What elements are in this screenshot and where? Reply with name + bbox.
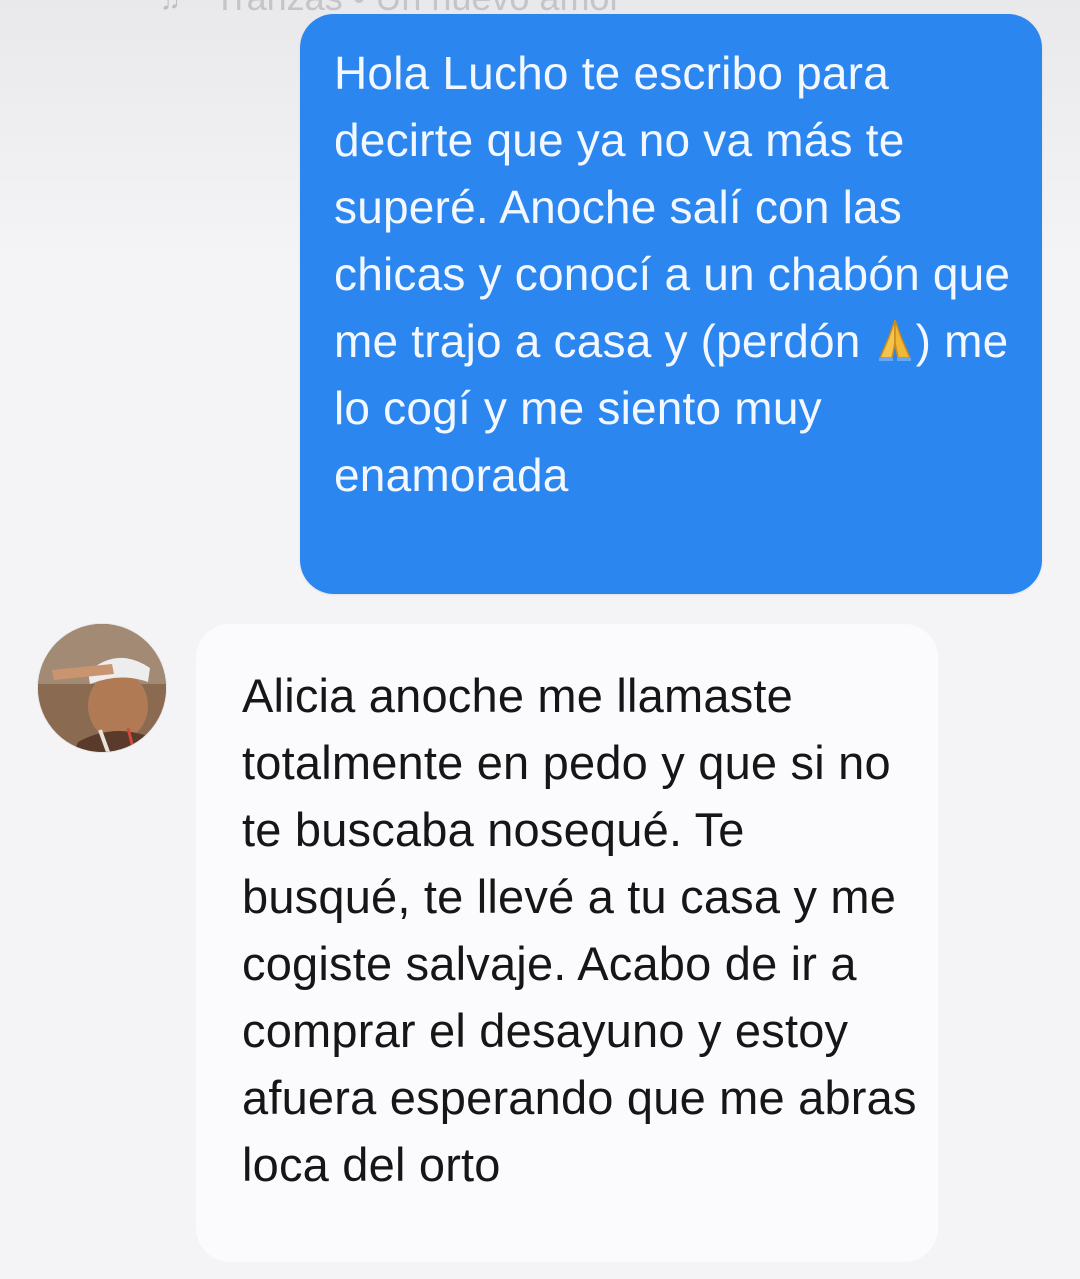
folded-hands-icon — [876, 312, 914, 361]
received-message-text: Alicia anoche me llamaste totalmente en … — [242, 669, 917, 1191]
contact-avatar-icon[interactable] — [38, 624, 166, 752]
received-message-bubble: Alicia anoche me llamaste totalmente en … — [196, 624, 938, 1262]
sent-message-bubble: Hola Lucho te escribo para decirte que y… — [300, 14, 1042, 594]
music-note-icon: ♫ — [160, 0, 181, 14]
sent-message-text: Hola Lucho te escribo para decirte que y… — [334, 40, 1022, 509]
